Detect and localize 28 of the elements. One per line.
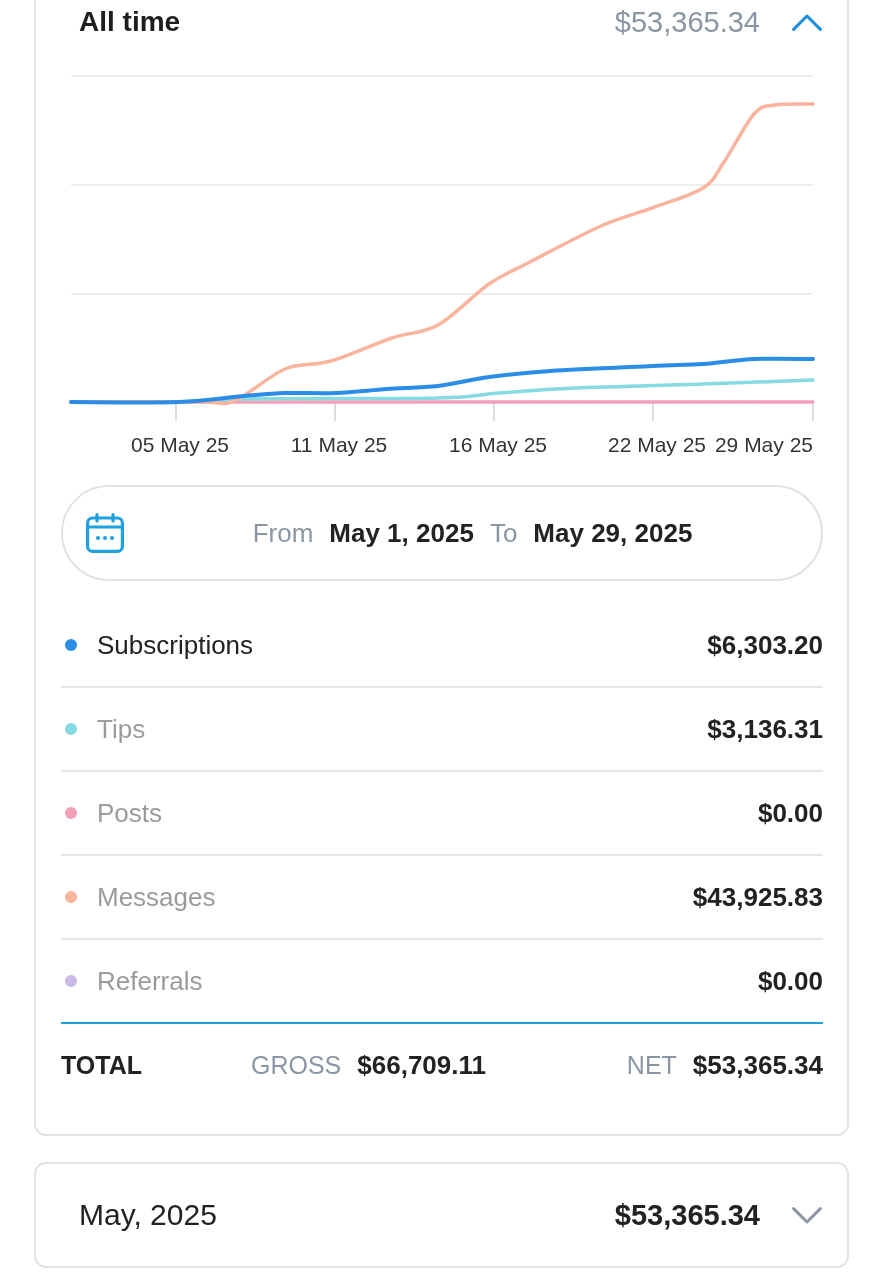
gross-label: GROSS — [251, 1050, 342, 1080]
net-amount: $53,365.34 — [692, 1049, 823, 1081]
date-range-field[interactable]: From May 1, 2025 To May 29, 2025 — [61, 485, 823, 581]
period-title[interactable]: May, 2025 — [79, 1198, 217, 1232]
category-label[interactable]: Subscriptions — [97, 629, 254, 661]
x-axis-label: 05 May 25 — [130, 433, 230, 456]
x-axis-label: 11 May 25 — [290, 433, 388, 456]
net-label: NET — [626, 1050, 677, 1080]
gross-amount: $66,709.11 — [357, 1049, 486, 1081]
start-date: May 1, 2025 — [329, 517, 474, 549]
calendar-icon — [86, 513, 124, 553]
period-title[interactable]: All time — [79, 6, 181, 38]
category-amount: $3,136.31 — [707, 713, 823, 745]
chevron-down-icon[interactable] — [792, 1206, 822, 1224]
x-axis-label: 22 May 25 — [607, 433, 707, 456]
category-amount: $0.00 — [757, 797, 823, 829]
category-amount: $0.00 — [757, 965, 823, 997]
total-label: TOTAL — [61, 1050, 143, 1080]
end-date: May 29, 2025 — [533, 517, 693, 549]
x-axis-label: 29 May 25 — [714, 433, 813, 456]
category-amount: $43,925.83 — [692, 881, 823, 913]
period-amount: $53,365.34 — [614, 5, 760, 39]
chevron-up-icon[interactable] — [792, 13, 822, 31]
period-amount: $53,365.34 — [614, 1198, 760, 1232]
to-label: To — [489, 517, 518, 549]
category-amount: $6,303.20 — [707, 629, 823, 661]
from-label: From — [252, 517, 314, 549]
x-axis-label: 16 May 25 — [448, 433, 548, 456]
